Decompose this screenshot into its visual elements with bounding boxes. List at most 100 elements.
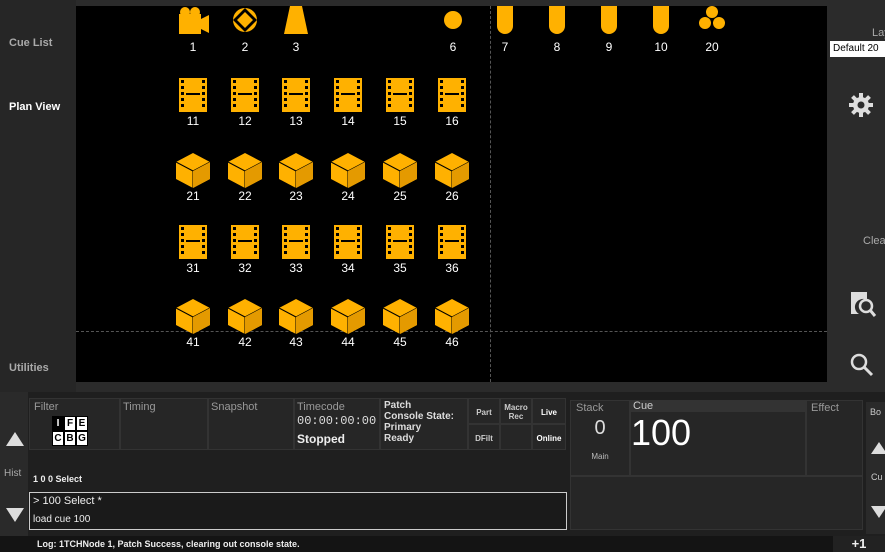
fixture-32[interactable]: 32 bbox=[223, 223, 267, 279]
stack-cell[interactable]: Stack 0 Main bbox=[570, 400, 630, 476]
right-cue-controls: Bo Cu bbox=[866, 402, 885, 534]
filter-letter[interactable]: F bbox=[64, 416, 76, 431]
scroll-down-arrow-icon[interactable] bbox=[6, 508, 24, 522]
right-navigation: Layo Default 20 Clea bbox=[827, 0, 885, 392]
fixture-number: 45 bbox=[393, 335, 407, 349]
cue-down-arrow-icon[interactable] bbox=[871, 506, 885, 518]
nav-cue-list[interactable]: Cue List bbox=[9, 37, 52, 49]
effect-cell[interactable]: Effect bbox=[806, 400, 863, 476]
fixture-34[interactable]: 34 bbox=[326, 223, 370, 279]
stack-value: 0 bbox=[594, 417, 606, 439]
fixture-6[interactable]: 6 bbox=[431, 6, 475, 58]
fixture-35[interactable]: 35 bbox=[378, 223, 422, 279]
nav-plan-view[interactable]: Plan View bbox=[9, 101, 60, 113]
layout-select[interactable]: Default 20 bbox=[830, 41, 885, 57]
filter-letter[interactable]: C bbox=[52, 431, 64, 446]
fixture-11[interactable]: 11 bbox=[171, 76, 215, 132]
macro-rec-button[interactable]: Macro Rec bbox=[500, 398, 532, 424]
fixture-41[interactable]: 41 bbox=[171, 297, 215, 353]
search-icon[interactable] bbox=[849, 352, 875, 378]
fixture-36[interactable]: 36 bbox=[430, 223, 474, 279]
console-state-ready: Ready bbox=[384, 433, 415, 444]
live-button[interactable]: Live bbox=[532, 398, 566, 424]
clear-label[interactable]: Clea bbox=[863, 235, 885, 247]
command-line[interactable]: 1 0 0 Select bbox=[33, 474, 82, 484]
cu-label[interactable]: Cu bbox=[871, 472, 883, 482]
filter-letter[interactable]: E bbox=[76, 416, 88, 431]
fixture-7[interactable]: 7 bbox=[483, 6, 527, 58]
nav-utilities[interactable]: Utilities bbox=[9, 362, 49, 374]
fixture-number: 44 bbox=[341, 335, 355, 349]
filter-letter[interactable]: B bbox=[64, 431, 76, 446]
triangle-icon bbox=[284, 6, 308, 34]
gear-icon[interactable] bbox=[848, 92, 874, 118]
fixture-9[interactable]: 9 bbox=[587, 6, 631, 58]
log-text: Log: 1TCHNode 1, Patch Success, clearing… bbox=[37, 539, 300, 549]
fixture-43[interactable]: 43 bbox=[274, 297, 318, 353]
fixture-16[interactable]: 16 bbox=[430, 76, 474, 132]
fixture-20[interactable]: 20 bbox=[690, 6, 734, 58]
fixture-23[interactable]: 23 bbox=[274, 151, 318, 207]
fixture-number: 35 bbox=[393, 261, 407, 275]
filter-letter[interactable]: G bbox=[76, 431, 88, 446]
dfilt-button[interactable]: DFilt bbox=[468, 424, 500, 450]
filter-letters: IFECBG bbox=[52, 416, 88, 446]
plan-view-canvas[interactable]: 1 2 3 6 7 8 9 10 20 11 12 13 14 15 16 21 22 23 24 25 26 31 32 3… bbox=[76, 6, 827, 382]
film-icon bbox=[179, 78, 207, 112]
fixture-31[interactable]: 31 bbox=[171, 223, 215, 279]
fixture-25[interactable]: 25 bbox=[378, 151, 422, 207]
timecode-state: Stopped bbox=[297, 432, 345, 446]
timing-cell[interactable]: Timing bbox=[120, 398, 208, 450]
cube-icon bbox=[278, 153, 314, 188]
plus-one-button[interactable]: +1 bbox=[833, 536, 885, 552]
timecode-label: Timecode bbox=[297, 401, 345, 413]
command-panel: Hist Filter IFECBG Timing Snapshot Timec… bbox=[0, 392, 885, 552]
empty-button[interactable] bbox=[500, 424, 532, 450]
fixture-number: 16 bbox=[445, 114, 459, 128]
command-history[interactable]: > 100 Select * load cue 100 bbox=[29, 492, 567, 530]
fixture-13[interactable]: 13 bbox=[274, 76, 318, 132]
fixture-26[interactable]: 26 bbox=[430, 151, 474, 207]
fixture-21[interactable]: 21 bbox=[171, 151, 215, 207]
cue-cell[interactable]: Cue 100 bbox=[630, 400, 806, 476]
fixture-number: 15 bbox=[393, 114, 407, 128]
fixture-number: 12 bbox=[238, 114, 252, 128]
fixture-14[interactable]: 14 bbox=[326, 76, 370, 132]
cube-icon bbox=[382, 299, 418, 334]
film-icon bbox=[334, 225, 362, 259]
filter-letter[interactable]: I bbox=[52, 416, 64, 431]
snapshot-cell[interactable]: Snapshot bbox=[208, 398, 294, 450]
fixture-1[interactable]: 1 bbox=[171, 6, 215, 58]
fixture-number: 13 bbox=[289, 114, 303, 128]
fixture-2[interactable]: 2 bbox=[223, 6, 267, 58]
bo-label[interactable]: Bo bbox=[870, 407, 881, 417]
fixture-10[interactable]: 10 bbox=[639, 6, 683, 58]
cube-icon bbox=[227, 299, 263, 334]
film-icon bbox=[231, 225, 259, 259]
timecode-cell[interactable]: Timecode 00:00:00:00 Stopped bbox=[294, 398, 380, 450]
fixture-46[interactable]: 46 bbox=[430, 297, 474, 353]
film-icon bbox=[282, 225, 310, 259]
cue-up-arrow-icon[interactable] bbox=[871, 442, 885, 454]
fixture-15[interactable]: 15 bbox=[378, 76, 422, 132]
scroll-up-arrow-icon[interactable] bbox=[6, 432, 24, 446]
fixture-3[interactable]: 3 bbox=[274, 6, 318, 58]
fixture-24[interactable]: 24 bbox=[326, 151, 370, 207]
pill-icon bbox=[653, 6, 669, 34]
part-button[interactable]: Part bbox=[468, 398, 500, 424]
history-line-2: load cue 100 bbox=[33, 514, 91, 525]
film-icon bbox=[231, 78, 259, 112]
fixture-33[interactable]: 33 bbox=[274, 223, 318, 279]
online-button[interactable]: Online bbox=[532, 424, 566, 450]
zoom-region-icon[interactable] bbox=[847, 288, 877, 322]
fixture-12[interactable]: 12 bbox=[223, 76, 267, 132]
fixture-8[interactable]: 8 bbox=[535, 6, 579, 58]
pill-icon bbox=[601, 6, 617, 34]
hist-label: Hist bbox=[4, 468, 22, 479]
filter-cell[interactable]: Filter IFECBG bbox=[29, 398, 120, 450]
fixture-44[interactable]: 44 bbox=[326, 297, 370, 353]
fixture-45[interactable]: 45 bbox=[378, 297, 422, 353]
film-icon bbox=[282, 78, 310, 112]
fixture-22[interactable]: 22 bbox=[223, 151, 267, 207]
fixture-42[interactable]: 42 bbox=[223, 297, 267, 353]
